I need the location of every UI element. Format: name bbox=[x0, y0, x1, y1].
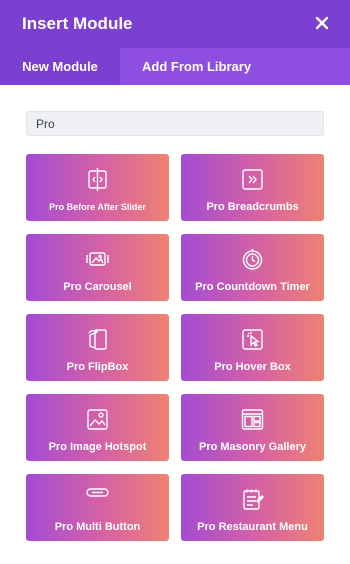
module-label: Pro Multi Button bbox=[54, 521, 141, 533]
countdown-timer-icon bbox=[241, 248, 264, 271]
close-icon[interactable] bbox=[312, 13, 332, 33]
tab-bar: New Module Add From Library bbox=[0, 48, 350, 85]
module-label: Pro Restaurant Menu bbox=[197, 521, 308, 533]
masonry-gallery-icon bbox=[241, 408, 264, 431]
modal-title: Insert Module bbox=[22, 14, 133, 33]
module-tile-breadcrumbs[interactable]: Pro Breadcrumbs bbox=[181, 154, 324, 221]
module-tile-carousel[interactable]: Pro Carousel bbox=[26, 234, 169, 301]
before-after-icon bbox=[86, 168, 109, 191]
multi-button-icon bbox=[86, 488, 109, 511]
tab-new-module[interactable]: New Module bbox=[0, 48, 120, 85]
image-hotspot-icon bbox=[86, 408, 109, 431]
search-value: Pro bbox=[36, 117, 55, 131]
module-tile-restaurant-menu[interactable]: Pro Restaurant Menu bbox=[181, 474, 324, 541]
module-label: Pro Image Hotspot bbox=[48, 441, 147, 453]
modal-header: Insert Module bbox=[0, 0, 350, 48]
module-tile-flipbox[interactable]: Pro FlipBox bbox=[26, 314, 169, 381]
module-label: Pro Masonry Gallery bbox=[199, 441, 306, 453]
module-label: Pro Before After Slider bbox=[49, 202, 146, 212]
hover-box-icon bbox=[241, 328, 264, 351]
module-tile-countdown-timer[interactable]: Pro Countdown Timer bbox=[181, 234, 324, 301]
module-label: Pro Breadcrumbs bbox=[206, 201, 299, 213]
module-tile-multi-button[interactable]: Pro Multi Button bbox=[26, 474, 169, 541]
tab-add-from-library[interactable]: Add From Library bbox=[142, 48, 251, 85]
module-tile-hover-box[interactable]: Pro Hover Box bbox=[181, 314, 324, 381]
restaurant-menu-icon bbox=[241, 488, 264, 511]
module-label: Pro Hover Box bbox=[214, 361, 291, 373]
module-label: Pro Carousel bbox=[63, 281, 132, 293]
module-tile-masonry-gallery[interactable]: Pro Masonry Gallery bbox=[181, 394, 324, 461]
carousel-icon bbox=[86, 248, 109, 271]
module-tile-before-after-slider[interactable]: Pro Before After Slider bbox=[26, 154, 169, 221]
breadcrumbs-icon bbox=[241, 168, 264, 191]
module-label: Pro Countdown Timer bbox=[195, 281, 310, 293]
module-tile-image-hotspot[interactable]: Pro Image Hotspot bbox=[26, 394, 169, 461]
search-input[interactable]: Pro bbox=[26, 111, 324, 136]
flipbox-icon bbox=[86, 328, 109, 351]
module-label: Pro FlipBox bbox=[66, 361, 129, 373]
